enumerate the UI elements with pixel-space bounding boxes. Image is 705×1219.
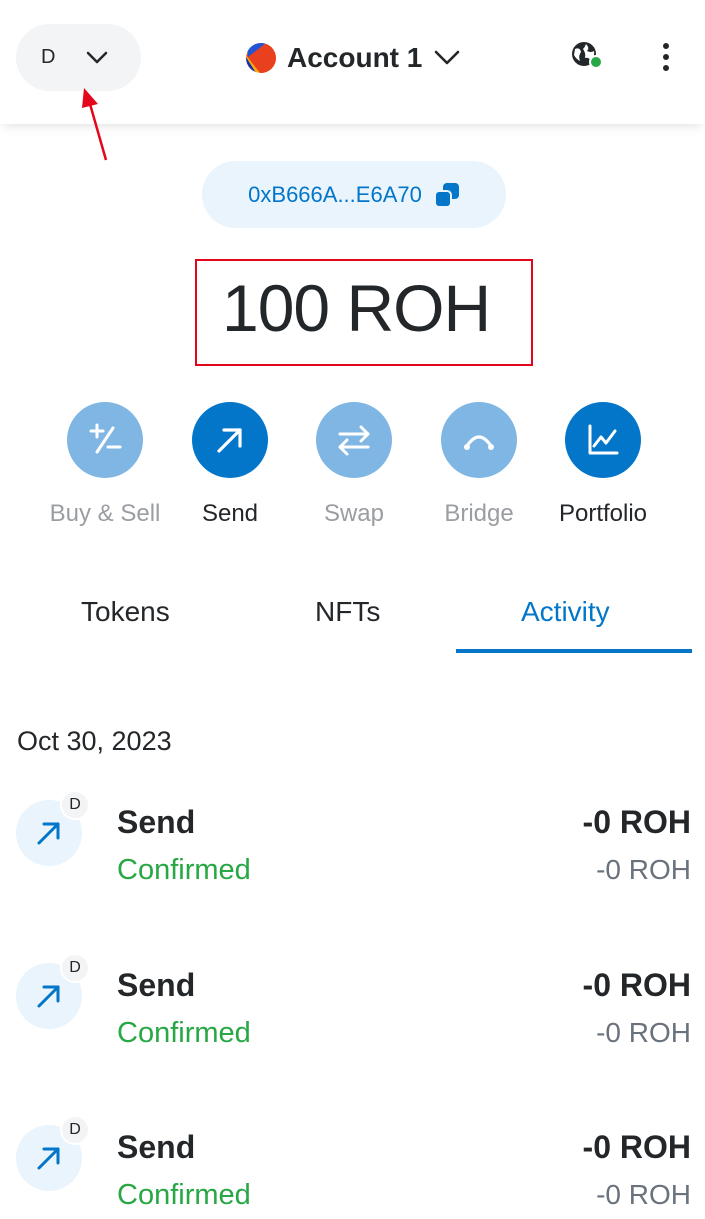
tab-nfts[interactable]: NFTs <box>315 596 380 628</box>
tab-activity[interactable]: Activity <box>521 596 610 628</box>
more-options-icon[interactable] <box>658 42 674 74</box>
bridge-button[interactable]: Bridge <box>414 402 544 528</box>
activity-date-header: Oct 30, 2023 <box>17 726 172 756</box>
transaction-status: Confirmed <box>117 1017 251 1049</box>
transaction-title: Send <box>117 967 196 1003</box>
transaction-amount: -0 ROH <box>582 804 691 840</box>
bridge-icon <box>441 402 517 478</box>
tab-bar: Tokens NFTs Activity <box>16 580 692 654</box>
network-badge: D <box>60 1115 90 1145</box>
swap-label: Swap <box>323 500 385 527</box>
activity-list-item[interactable]: D Send Confirmed -0 ROH -0 ROH <box>0 790 705 910</box>
activity-list-item[interactable]: D Send Confirmed -0 ROH -0 ROH <box>0 953 705 1073</box>
activity-list-item[interactable]: D Send Confirmed -0 ROH -0 ROH <box>0 1115 705 1219</box>
transaction-title: Send <box>117 804 196 840</box>
network-avatar-letter: D <box>41 46 56 68</box>
transaction-secondary-amount: -0 ROH <box>596 854 691 885</box>
chart-icon <box>565 402 641 478</box>
buy-sell-label: Buy & Sell <box>49 500 161 527</box>
copy-icon <box>433 182 459 208</box>
portfolio-label: Portfolio <box>558 500 648 527</box>
active-tab-indicator <box>456 649 692 653</box>
swap-button[interactable]: Swap <box>289 402 419 528</box>
account-address: 0xB666A...E6A70 <box>248 181 422 207</box>
balance-display: 100 ROH <box>222 270 491 346</box>
account-name: Account 1 <box>287 42 423 73</box>
account-picker[interactable]: Account 1 <box>246 40 460 76</box>
transaction-amount: -0 ROH <box>582 967 691 1003</box>
balance-value: 100 <box>222 271 330 345</box>
connected-site-globe-icon[interactable] <box>569 40 603 74</box>
chevron-down-icon <box>435 50 460 65</box>
account-avatar <box>246 43 276 73</box>
annotation-arrow <box>82 88 108 161</box>
transaction-status: Confirmed <box>117 1179 251 1211</box>
transaction-secondary-amount: -0 ROH <box>596 1017 691 1048</box>
buy-sell-button[interactable]: Buy & Sell <box>40 402 170 528</box>
send-label: Send <box>201 500 259 527</box>
transaction-secondary-amount: -0 ROH <box>596 1179 691 1210</box>
balance-unit: ROH <box>346 271 491 345</box>
send-button[interactable]: Send <box>165 402 295 528</box>
transaction-title: Send <box>117 1129 196 1165</box>
account-address-copy[interactable]: 0xB666A...E6A70 <box>202 161 506 228</box>
portfolio-button[interactable]: Portfolio <box>538 402 668 528</box>
swap-arrows-icon <box>316 402 392 478</box>
network-badge: D <box>60 953 90 983</box>
transaction-amount: -0 ROH <box>582 1129 691 1165</box>
tab-tokens[interactable]: Tokens <box>81 596 170 628</box>
arrow-up-right-icon <box>192 402 268 478</box>
transaction-status: Confirmed <box>117 854 251 886</box>
bridge-label: Bridge <box>444 500 514 527</box>
network-badge: D <box>60 790 90 820</box>
chevron-down-icon <box>86 51 108 64</box>
network-selector[interactable] <box>16 24 141 91</box>
plus-minus-icon <box>67 402 143 478</box>
